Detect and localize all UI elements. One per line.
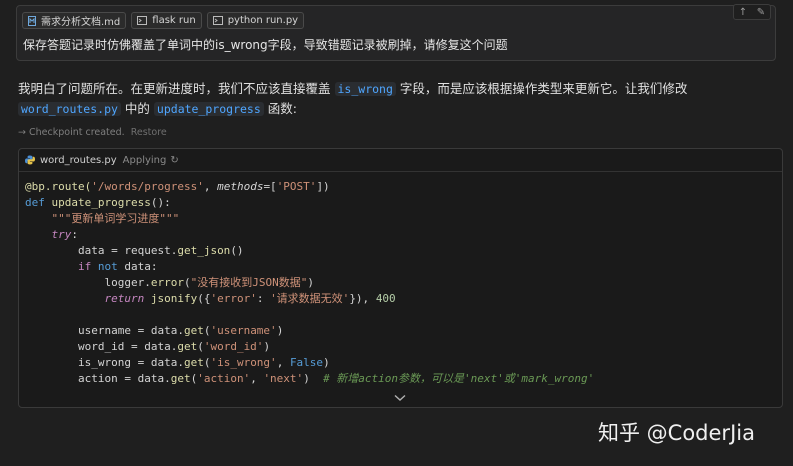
code-token: ({ [197,292,211,305]
code-token: 'username' [210,324,277,337]
code-token: data: [117,260,158,273]
code-token: """更新单词学习进度""" [51,212,180,225]
pencil-icon[interactable]: ✎ [752,5,770,19]
code-token: data = request. [77,244,178,257]
restore-link[interactable]: Restore [131,127,167,138]
code-token: username = data. [77,324,184,337]
terminal-icon [137,16,148,25]
inline-code: update_progress [153,102,264,116]
code-token: get [183,324,204,337]
assistant-text: 中的 [124,101,150,116]
chat-panel: 需求分析文档.md flask run python run.py 保存答题记录… [0,0,793,466]
code-token: error [150,276,184,289]
message-actions: ↑ ✎ [733,4,771,20]
code-token: try [51,228,72,241]
code-content: @bp.route('/words/progress', methods=['P… [25,180,595,385]
context-chip-terminal[interactable]: python run.py [206,12,305,29]
code-token: jsonify [150,292,198,305]
up-arrow-icon[interactable]: ↑ [734,5,752,19]
code-token: }), [349,292,376,305]
code-token: 'word_id' [203,340,264,353]
inline-code-file-link[interactable]: word_routes.py [18,102,121,116]
code-token: not [97,260,118,273]
code-token: : [256,292,271,305]
code-token: word_id = data. [77,340,178,353]
assistant-text: 我明白了问题所在。在更新进度时，我们不应该直接覆盖 [18,81,331,96]
code-token: get [177,340,198,353]
chip-label: flask run [152,15,196,26]
code-token: is_wrong = data. [77,356,184,369]
code-token: ( [183,276,191,289]
checkpoint-notice: → Checkpoint created. Restore [18,127,167,138]
code-token: update_progress [51,196,151,209]
code-token: , [203,180,218,193]
loading-spinner-icon: ↻ [170,154,179,166]
code-token: =[ [263,180,277,193]
arrow-right-icon: → [18,127,26,138]
context-chip-terminal[interactable]: flask run [131,12,202,29]
code-token: return [104,292,151,305]
user-message-text: 保存答题记录时仿佛覆盖了单词中的is_wrong字段，导致错题记录被刷掉，请修复… [23,38,508,52]
assistant-message: 我明白了问题所在。在更新进度时，我们不应该直接覆盖 is_wrong 字段，而是… [18,79,778,119]
code-token: get [170,372,191,385]
code-token: () [230,244,244,257]
code-token: def [25,196,52,209]
code-token: 'error' [210,292,257,305]
context-chip-markdown[interactable]: 需求分析文档.md [22,12,127,29]
assistant-text: 字段，而是应该根据操作类型来更新它。让我们修改 [399,81,688,96]
code-filename[interactable]: word_routes.py [40,155,117,166]
code-token: 'POST' [276,180,317,193]
code-token: logger. [104,276,151,289]
code-token: ) [307,276,314,289]
code-token: False [289,356,324,369]
chip-label: 需求分析文档.md [41,17,121,28]
code-token: action = data. [77,372,171,385]
code-block: word_routes.py Applying ↻ @bp.route('/wo… [18,148,783,408]
terminal-icon [212,16,223,25]
code-block-header: word_routes.py Applying ↻ [19,149,782,172]
code-token: ]) [316,180,330,193]
code-token: 400 [375,292,396,305]
code-token: methods [217,180,264,193]
python-file-icon [25,155,35,165]
code-token: @bp.route( [25,180,92,193]
chip-label: python run.py [227,15,299,26]
assistant-text: 函数: [267,101,297,116]
inline-code: is_wrong [334,82,396,96]
apply-status: Applying [122,154,167,166]
code-token: get_json [177,244,231,257]
code-token: "没有接收到JSON数据" [190,276,308,289]
user-message: 需求分析文档.md flask run python run.py 保存答题记录… [16,4,776,61]
code-token: if [77,260,98,273]
code-token: 'is_wrong' [210,356,277,369]
code-token: '请求数据无效' [270,292,350,305]
markdown-file-icon [28,15,36,26]
chevron-down-icon[interactable] [394,391,406,405]
code-token: 'action' [197,372,251,385]
code-token: 'next' [263,372,304,385]
code-token: '/words/progress' [91,180,204,193]
context-chips: 需求分析文档.md flask run python run.py [22,12,305,29]
code-token: (): [150,196,171,209]
checkpoint-label: Checkpoint created. [29,127,125,138]
code-token: get [183,356,204,369]
code-token: # 新增action参数，可以是'next'或'mark_wrong' [323,372,595,385]
watermark: 知乎 @CoderJia [598,421,755,445]
